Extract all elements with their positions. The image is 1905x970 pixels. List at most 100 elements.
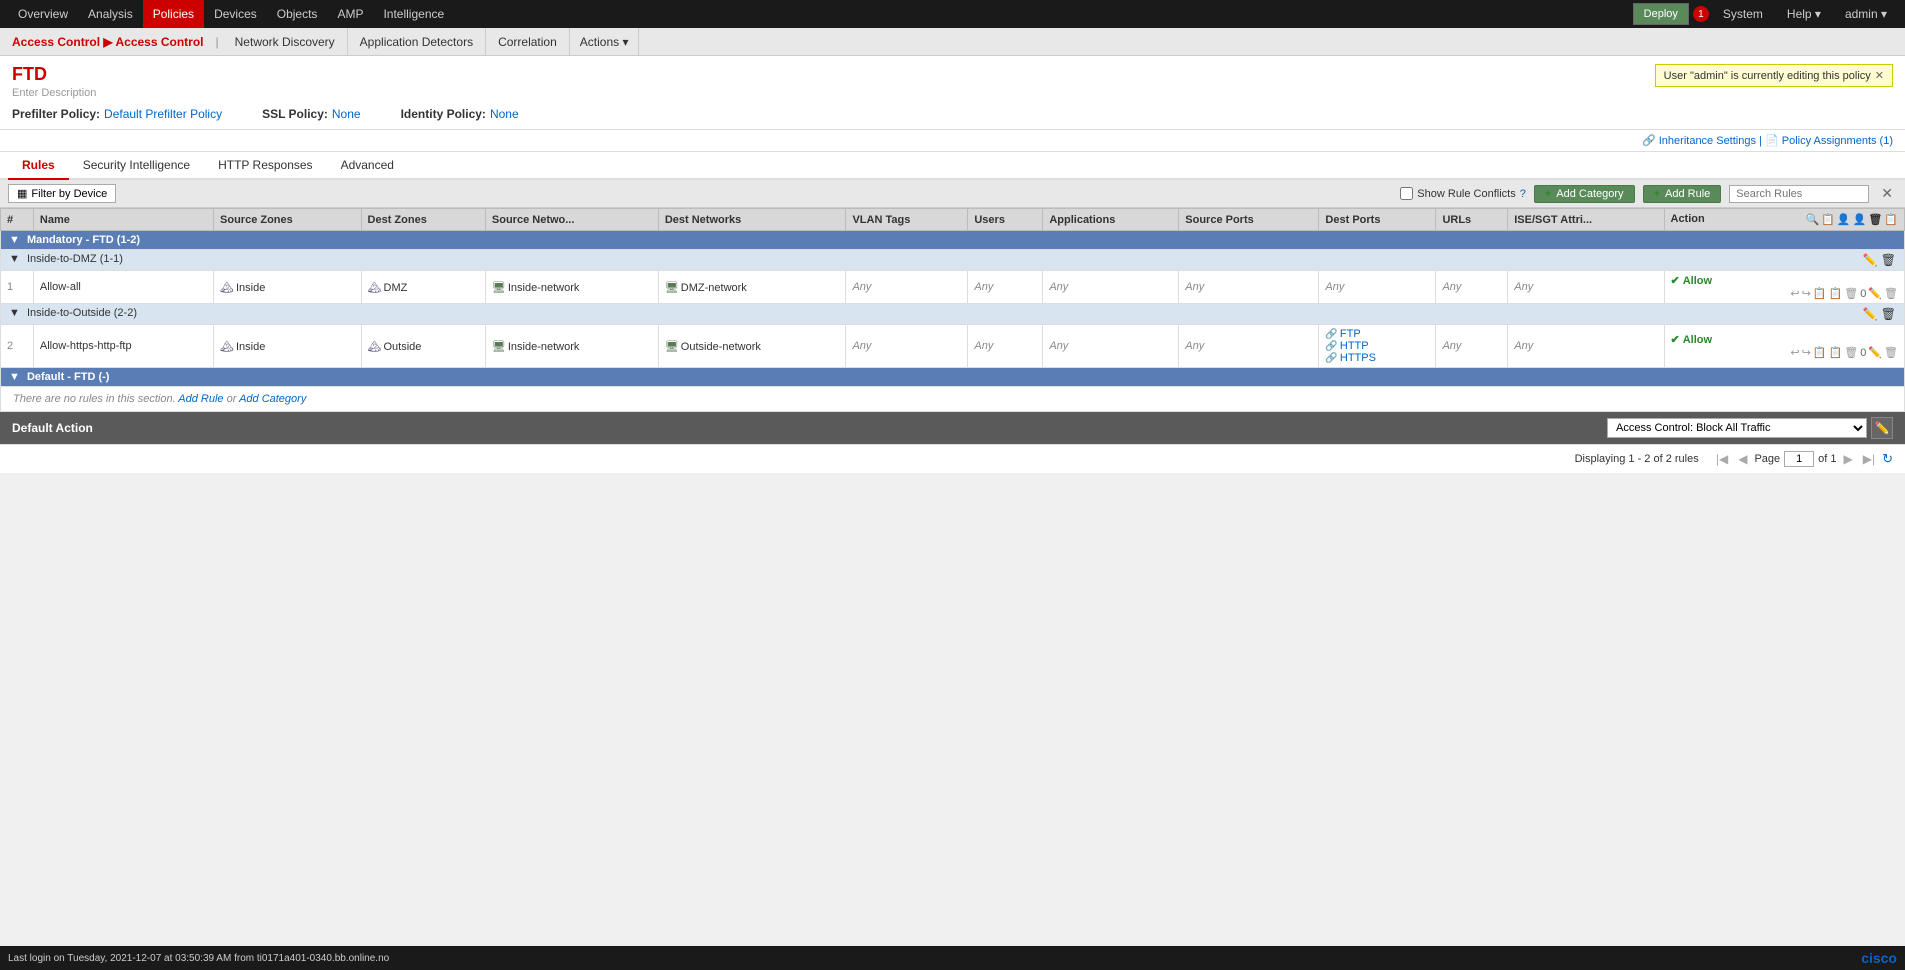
nav-policies[interactable]: Policies [143,0,204,28]
pagination-page-label: Page [1754,453,1780,465]
pagination-prev-button[interactable]: ◀ [1735,451,1750,467]
col-action-icon6: 📋 [1884,213,1898,226]
rule2-undo-icon[interactable]: ↩ [1790,346,1799,359]
nav-analysis[interactable]: Analysis [78,0,143,28]
rule-more-icon[interactable]: 🗑 [1884,287,1898,300]
rule2-dest-ports: 🔗FTP 🔗HTTP 🔗HTTPS [1319,325,1436,368]
rule2-applications: Any [1043,325,1179,368]
search-rules-input[interactable] [1729,185,1869,203]
rule-delete-icon[interactable]: 🗑 [1844,287,1858,300]
http-link[interactable]: HTTP [1340,340,1369,352]
col-action-icon1: 🔍 [1806,213,1820,226]
show-conflicts-container: Show Rule Conflicts ? [1400,187,1526,200]
ssl-link[interactable]: None [332,107,361,121]
rule2-redo-icon[interactable]: ↪ [1802,346,1811,359]
rule-undo-icon[interactable]: ↩ [1790,287,1799,300]
rule-users: Any [968,271,1043,304]
default-action-select[interactable]: Access Control: Block All Traffic Access… [1607,418,1867,438]
pagination-first-button[interactable]: |◀ [1713,451,1731,467]
subsection2-delete-icon[interactable]: 🗑 [1881,307,1896,321]
section-add-rule-link[interactable]: Add Rule [178,393,223,405]
default-action-edit-button[interactable]: ✏️ [1871,417,1893,439]
nav-amp[interactable]: AMP [327,0,373,28]
banner-close-button[interactable]: ✕ [1875,69,1884,82]
nav-intelligence[interactable]: Intelligence [373,0,454,28]
col-dest-networks: Dest Networks [658,209,846,231]
col-action-icon5: 🗑 [1868,213,1882,226]
rule-copy-icon[interactable]: 📋 [1813,287,1827,300]
rule-name: Allow-all [33,271,213,304]
policy-description[interactable]: Enter Description [12,87,1893,99]
rule2-dest-networks: 🖥Outside-network [658,325,846,368]
nav-objects[interactable]: Objects [267,0,328,28]
rule2-source-zones: 🏔Inside [214,325,362,368]
notification-badge[interactable]: 1 [1693,6,1709,22]
ftp-link[interactable]: FTP [1340,328,1361,340]
rule-paste-icon[interactable]: 📋 [1829,287,1843,300]
user-editing-banner: User "admin" is currently editing this p… [1655,64,1893,87]
col-action-icon4: 👤 [1853,213,1867,226]
col-dest-ports: Dest Ports [1319,209,1436,231]
prefilter-link[interactable]: Default Prefilter Policy [104,107,222,121]
rule-count: 0 [1860,288,1866,300]
rule2-delete-icon[interactable]: 🗑 [1844,346,1858,359]
pagination-page-input[interactable] [1784,451,1814,467]
tab-http-responses[interactable]: HTTP Responses [204,152,326,180]
rule2-copy-icon[interactable]: 📋 [1813,346,1827,359]
nav-admin[interactable]: admin ▾ [1835,0,1897,28]
col-name: Name [33,209,213,231]
inheritance-settings-link[interactable]: Inheritance Settings [1659,135,1756,147]
rule2-ise-sgt: Any [1508,325,1664,368]
col-urls: URLs [1436,209,1508,231]
pagination-next-button[interactable]: ▶ [1841,451,1856,467]
inside-outside-section-header[interactable]: ▼ Inside-to-Outside (2-2) ✏️ 🗑 [1,304,1905,325]
rule-dest-networks: 🖥DMZ-network [658,271,846,304]
https-link[interactable]: HTTPS [1340,352,1376,364]
nav-overview[interactable]: Overview [8,0,78,28]
pagination-last-button[interactable]: ▶| [1860,451,1878,467]
rule2-edit-icon[interactable]: ✏️ [1868,346,1882,359]
col-applications: Applications [1043,209,1179,231]
section-add-category-link[interactable]: Add Category [239,393,306,405]
tab-advanced[interactable]: Advanced [327,152,408,180]
deploy-button[interactable]: Deploy [1633,3,1689,25]
rule-source-zones: 🏔Inside [214,271,362,304]
subnav-tab-network-discovery[interactable]: Network Discovery [223,28,348,56]
default-section-header[interactable]: ▼ Default - FTD (-) [1,368,1905,387]
rule-edit-icon[interactable]: ✏️ [1868,287,1882,300]
rule2-more-icon[interactable]: 🗑 [1884,346,1898,359]
subsection-delete-icon[interactable]: 🗑 [1881,253,1896,267]
filter-device-button[interactable]: ▦ Filter by Device [8,184,116,203]
col-vlan-tags: VLAN Tags [846,209,968,231]
rule2-source-networks: 🖥Inside-network [485,325,658,368]
rule-dest-zones: 🏔DMZ [361,271,485,304]
subsection2-edit-icon[interactable]: ✏️ [1863,307,1878,321]
add-rule-button[interactable]: +Add Rule [1643,185,1722,203]
rule2-paste-icon[interactable]: 📋 [1829,346,1843,359]
subnav-tab-app-detectors[interactable]: Application Detectors [348,28,486,56]
show-conflicts-checkbox[interactable] [1400,187,1413,200]
col-action: Action 🔍 📋 👤 👤 🗑 📋 [1664,209,1905,231]
nav-devices[interactable]: Devices [204,0,267,28]
rule-vlan-tags: Any [846,271,968,304]
col-ise-sgt: ISE/SGT Attri... [1508,209,1664,231]
search-close-button[interactable]: ✕ [1877,185,1897,202]
nav-system[interactable]: System [1713,0,1773,28]
rule-source-ports: Any [1179,271,1319,304]
pagination-refresh-button[interactable]: ↻ [1882,451,1893,467]
tab-security-intelligence[interactable]: Security Intelligence [69,152,204,180]
rule-redo-icon[interactable]: ↪ [1802,287,1811,300]
tab-rules[interactable]: Rules [8,152,69,180]
nav-help[interactable]: Help ▾ [1777,0,1831,28]
subnav-tab-correlation[interactable]: Correlation [486,28,570,56]
identity-link[interactable]: None [490,107,519,121]
grid-icon: ▦ [17,187,27,200]
subnav-tab-actions[interactable]: Actions ▾ [570,28,640,56]
mandatory-section-header[interactable]: ▼ Mandatory - FTD (1-2) [1,231,1905,250]
subsection-edit-icon[interactable]: ✏️ [1863,253,1878,267]
rule-source-networks: 🖥Inside-network [485,271,658,304]
add-category-button[interactable]: +Add Category [1534,185,1635,203]
inside-dmz-section-header[interactable]: ▼ Inside-to-DMZ (1-1) ✏️ 🗑 [1,250,1905,271]
rule-ise-sgt: Any [1508,271,1664,304]
policy-assignments-link[interactable]: Policy Assignments (1) [1782,135,1893,147]
